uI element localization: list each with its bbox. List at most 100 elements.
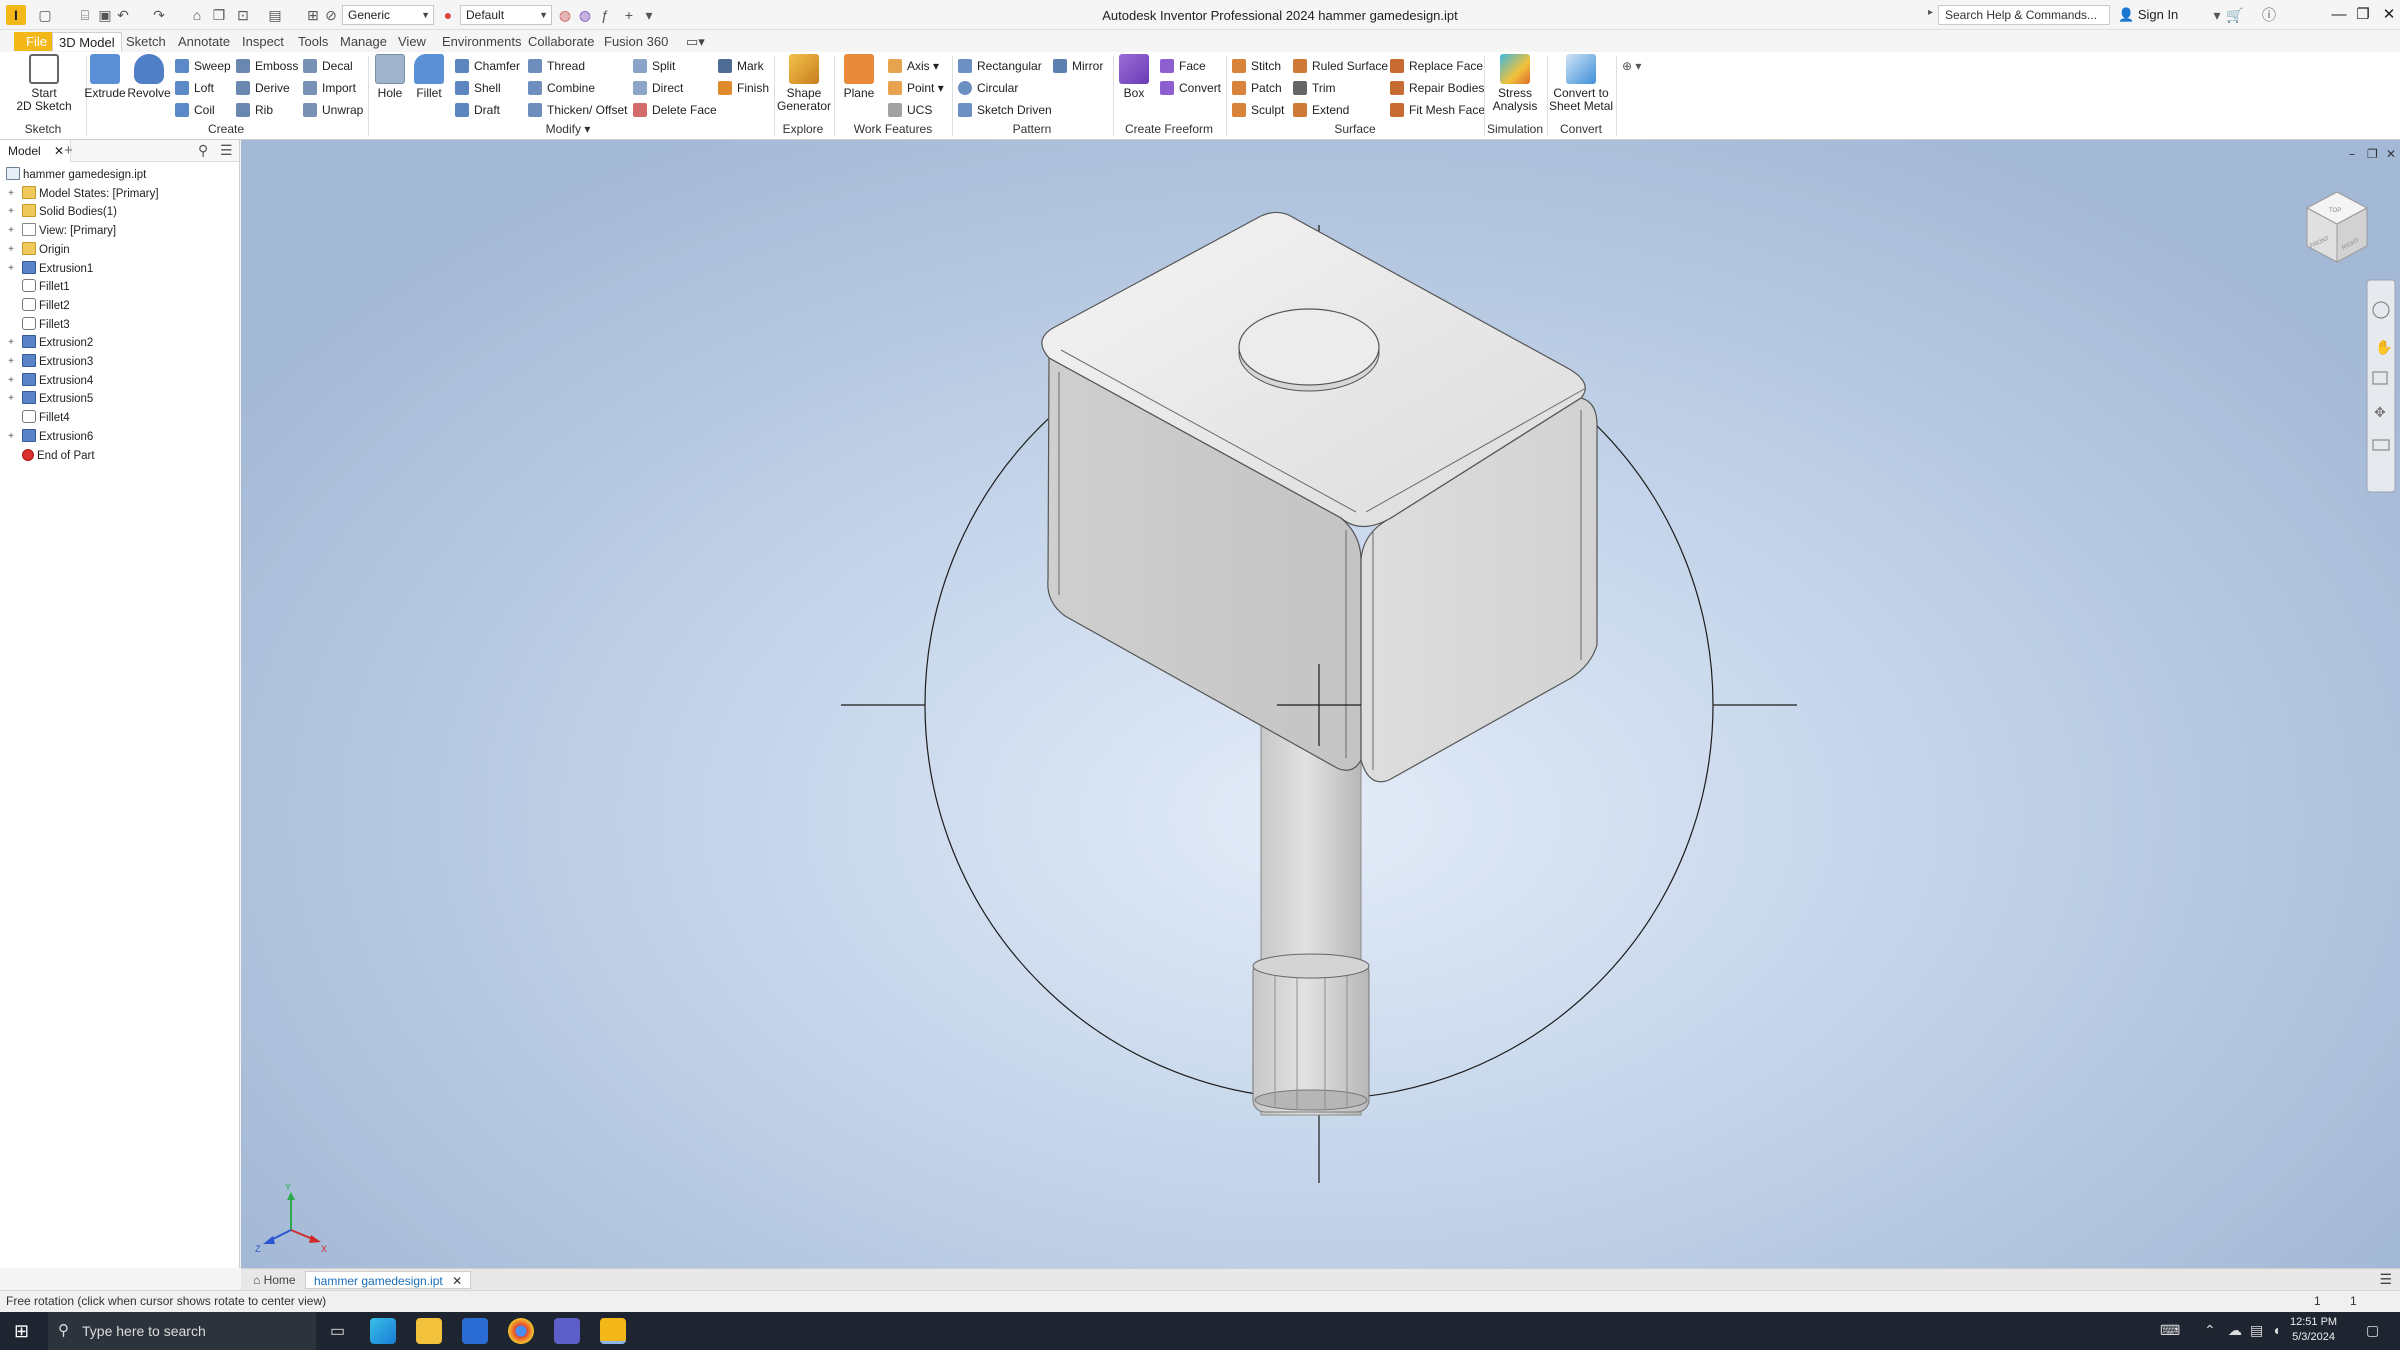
tab-fusion-360[interactable]: Fusion 360 [598,32,674,51]
edge-icon[interactable] [370,1318,396,1344]
sketch-driven-pattern-button[interactable]: Sketch Driven [958,100,1052,120]
close-icon[interactable]: ✕ [54,144,64,158]
shell-button[interactable]: Shell [455,78,501,98]
open-file-icon[interactable]: ⌸ [76,6,94,24]
trim-button[interactable]: Trim [1293,78,1336,98]
browser-node[interactable]: + Extrusion2 [8,334,93,352]
notifications-icon[interactable]: ▢ [2366,1322,2379,1339]
ribbon-options-icon[interactable]: ⊕ ▾ [1622,56,1641,76]
browser-node[interactable]: + Extrusion3 [8,353,93,371]
decal-button[interactable]: Decal [303,56,353,76]
stress-analysis-button[interactable]: Stress Analysis [1486,54,1544,113]
browser-node[interactable]: hammer gamedesign.ipt [6,166,146,184]
inventor-logo-icon[interactable]: I [6,5,26,25]
circular-pattern-button[interactable]: Circular [958,78,1018,98]
extrude-button[interactable]: Extrude [84,54,126,100]
appearance-icon[interactable]: ● [439,6,457,24]
viewcube[interactable]: TOP FRONT RIGHT [2305,191,2369,263]
fillet-button[interactable]: Fillet [410,54,448,100]
derive-button[interactable]: Derive [236,78,290,98]
browser-node[interactable]: Fillet3 [22,316,70,334]
help-search-input[interactable]: Search Help & Commands... [1938,5,2110,25]
clear-appearance-icon[interactable]: ◍ [556,6,574,24]
thread-button[interactable]: Thread [528,56,585,76]
search-expand-icon[interactable]: ▸ [1928,7,1933,18]
chrome-icon[interactable] [508,1318,534,1344]
freeform-convert-button[interactable]: Convert [1160,78,1221,98]
parameters-icon[interactable]: ƒ [596,6,614,24]
microsoft-store-icon[interactable] [462,1318,488,1344]
customize-icon[interactable]: ▾ [640,6,658,24]
inventor-taskbar-icon[interactable] [600,1318,626,1344]
expand-icon[interactable]: + [6,188,16,199]
redo-icon[interactable]: ↷ [150,6,168,24]
navigation-bar[interactable]: ✋ ✥ [2366,279,2396,493]
mark-button[interactable]: Mark [718,56,764,76]
sign-in-button[interactable]: 👤 Sign In [2118,7,2178,23]
material-select[interactable]: Generic ▼ [342,5,434,25]
convert-to-sheet-metal-button[interactable]: Convert to Sheet Metal [1549,54,1613,113]
import-button[interactable]: Import [303,78,356,98]
tab-sketch[interactable]: Sketch [120,32,172,51]
browser-tab-model[interactable]: Model ✕ [0,140,72,162]
ruled-surface-button[interactable]: Ruled Surface [1293,56,1388,76]
document-list-icon[interactable]: ☰ [2379,1271,2392,1288]
revolve-button[interactable]: Revolve [126,54,172,100]
expand-icon[interactable]: + [6,244,16,255]
stitch-button[interactable]: Stitch [1232,56,1281,76]
network-icon[interactable]: ▤ [2250,1322,2263,1339]
adjust-icon[interactable]: ◍ [576,6,594,24]
browser-node[interactable]: + Extrusion4 [8,372,93,390]
expand-icon[interactable]: + [6,431,16,442]
plane-button[interactable]: Plane [838,54,880,100]
add-browser-icon[interactable]: + [64,142,73,159]
sweep-button[interactable]: Sweep [175,56,231,76]
combine-button[interactable]: Combine [528,78,595,98]
select-icon[interactable]: ⊡ [234,6,252,24]
home-tab[interactable]: ⌂ Home [245,1271,304,1289]
tab-3d-model[interactable]: 3D Model [52,32,122,51]
tab-manage[interactable]: Manage [334,32,393,51]
search-icon[interactable]: ⚲ [198,142,208,159]
start-2d-sketch-button[interactable]: Start 2D Sketch [12,54,76,113]
teams-icon[interactable] [554,1318,580,1344]
browser-node[interactable]: Fillet4 [22,409,70,427]
tab-view[interactable]: View [392,32,432,51]
emboss-button[interactable]: Emboss [236,56,298,76]
rectangular-pattern-button[interactable]: Rectangular [958,56,1042,76]
expand-icon[interactable]: + [6,226,16,236]
close-window-button[interactable]: ✕ [2372,0,2400,30]
sign-in-dropdown-icon[interactable]: ▾ [2208,6,2226,24]
point-button[interactable]: Point ▾ [888,78,944,98]
help-icon[interactable]: ⓘ [2260,6,2278,24]
keyboard-icon[interactable]: ⌨ [2160,1322,2180,1339]
document-tab[interactable]: hammer gamedesign.ipt ✕ [305,1271,472,1289]
copy-icon[interactable]: ❐ [210,6,228,24]
coil-button[interactable]: Coil [175,100,215,120]
taskbar-clock[interactable]: 12:51 PM 5/3/2024 [2290,1315,2337,1345]
loft-button[interactable]: Loft [175,78,214,98]
freeform-face-button[interactable]: Face [1160,56,1206,76]
browser-node[interactable]: + Origin [8,241,70,259]
draft-button[interactable]: Draft [455,100,500,120]
model-canvas[interactable]: Y X Z TOP FRONT RIGHT ✋ ✥ – ❐ ✕ [241,140,2400,1268]
graphics-viewport[interactable]: Y X Z TOP FRONT RIGHT ✋ ✥ – ❐ ✕ [241,140,2400,1268]
expand-icon[interactable]: + [6,338,16,348]
measure-icon[interactable]: ⊞ [304,6,322,24]
appearance-select[interactable]: Default ▼ [460,5,552,25]
viewport-window-controls[interactable]: – ❐ ✕ [2349,147,2396,161]
direct-button[interactable]: Direct [633,78,683,98]
tab-inspect[interactable]: Inspect [236,32,290,51]
rib-button[interactable]: Rib [236,100,273,120]
expand-icon[interactable]: + [6,207,16,217]
browser-node[interactable]: + Model States: [Primary] [8,185,159,203]
taskbar-search-input[interactable]: ⚲ Type here to search [48,1312,316,1350]
freeform-box-button[interactable]: Box [1116,54,1152,100]
axis-button[interactable]: Axis ▾ [888,56,939,76]
shape-generator-button[interactable]: Shape Generator [776,54,832,113]
tab-collaborate[interactable]: Collaborate [522,32,601,51]
browser-node[interactable]: + Extrusion1 [8,260,93,278]
tab-tools[interactable]: Tools [292,32,334,51]
extend-button[interactable]: Extend [1293,100,1349,120]
browser-node[interactable]: + Solid Bodies(1) [8,203,117,221]
